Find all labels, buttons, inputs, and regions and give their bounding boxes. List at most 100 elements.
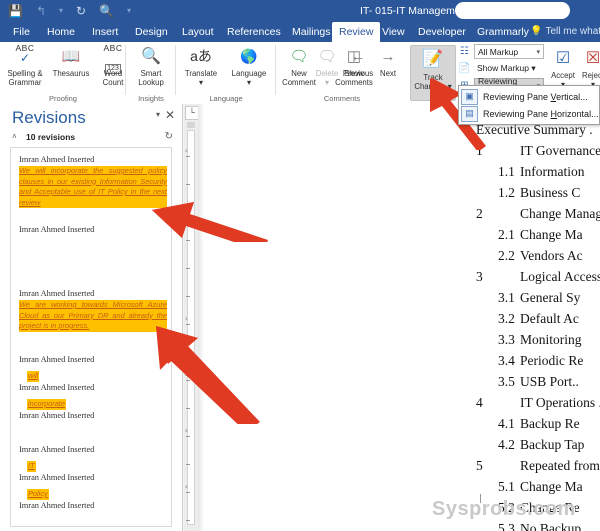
word-window: 💾 ↰ ▾ ↻ 🔍 ▾ IT- 015-IT Management File H… <box>0 0 600 531</box>
ribbon-tab-bar: File Home Insert Design Layout Reference… <box>0 22 600 42</box>
work-area: Revisions ▾ ✕ ˄ 10 revisions ↻ Imran Ahm… <box>0 104 600 531</box>
tab-design[interactable]: Design <box>128 22 175 42</box>
list-item[interactable]: Imran Ahmed Inserted We will incorporate… <box>19 154 167 208</box>
delete-label-2: ▾ <box>325 78 329 87</box>
toc-title: Backup Tap <box>520 437 585 452</box>
table-of-contents: Executive Summary . 1 IT Governance 1.1 In… <box>476 122 600 531</box>
print-preview-icon[interactable]: 🔍 <box>99 2 114 20</box>
tab-file[interactable]: File <box>6 22 37 42</box>
toc-row[interactable]: 3.3 Monitoring <box>476 332 600 353</box>
display-for-review-select[interactable]: All Markup ▾ <box>474 44 544 59</box>
redo-icon[interactable]: ↻ <box>76 2 86 20</box>
revisions-refresh-icon[interactable]: ↻ <box>165 131 173 142</box>
tab-mailings[interactable]: Mailings <box>285 22 338 42</box>
toc-title: Change Ma <box>520 227 583 242</box>
tab-home[interactable]: Home <box>40 22 82 42</box>
smart-lookup-button[interactable]: 🔍 Smart Lookup <box>128 44 174 87</box>
toc-row[interactable]: 3.4 Periodic Re <box>476 353 600 374</box>
list-item[interactable]: Imran Ahmed Inserted will <box>19 354 167 383</box>
revisions-collapse-icon[interactable]: ˄ <box>12 132 17 141</box>
toc-number: 4.2 <box>498 437 515 452</box>
pane-vertical-icon: ▣ <box>461 88 478 105</box>
language-label-2: ▾ <box>247 78 251 87</box>
toc-row[interactable]: 1.2 Business C <box>476 185 600 206</box>
show-comments-icon: ◫ <box>346 48 362 65</box>
toc-row[interactable]: 4.2 Backup Tap <box>476 437 600 458</box>
spelling-grammar-button[interactable]: ABC ✓ Spelling & Grammar <box>2 44 48 88</box>
toc-row[interactable]: 4.1 Backup Re <box>476 416 600 437</box>
revision-text: will <box>27 371 40 382</box>
reject-label-1: Reject <box>581 71 600 80</box>
revision-text: incorporate <box>27 399 66 410</box>
ribbon-group-proofing: ABC ✓ Spelling & Grammar 📖 Thesaurus ABC 1… <box>0 42 126 104</box>
toc-number: 3.2 <box>498 311 515 326</box>
spelling-label-2: Grammar <box>8 78 42 87</box>
magnifier-info-icon: 🔍 <box>141 48 161 65</box>
toc-row[interactable]: 2.2 Vendors Ac <box>476 248 600 269</box>
revision-text: We will incorporate the suggested policy… <box>19 166 167 208</box>
tab-insert[interactable]: Insert <box>85 22 125 42</box>
toc-row[interactable]: Executive Summary . <box>476 122 600 143</box>
tab-stop-selector-icon[interactable]: └ <box>185 106 199 120</box>
list-item[interactable]: Imran Ahmed Inserted <box>19 224 167 235</box>
menu-item-reviewing-pane-vertical[interactable]: ▣ Reviewing Pane Vertical... <box>459 88 599 105</box>
list-item[interactable]: Imran Ahmed Inserted incorporate <box>19 382 167 411</box>
toc-row[interactable]: 1 IT Governance <box>476 143 600 164</box>
quick-access-toolbar: 💾 ↰ ▾ ↻ 🔍 ▾ <box>8 2 131 20</box>
toc-row[interactable]: 3.5 USB Port.. <box>476 374 600 395</box>
save-icon[interactable]: 💾 <box>8 2 23 20</box>
toc-row[interactable]: 5.1 Change Ma <box>476 479 600 500</box>
indent-marker[interactable] <box>187 122 195 128</box>
toc-row[interactable]: 5 Repeated from <box>476 458 600 479</box>
revision-author: Imran Ahmed Inserted <box>19 473 95 482</box>
tell-me-label: Tell me what you <box>545 26 600 37</box>
list-item[interactable]: Imran Ahmed Inserted We are working towa… <box>19 288 167 332</box>
undo-icon[interactable]: ↰ <box>36 2 46 20</box>
menu-item-reviewing-pane-horizontal[interactable]: ▤ Reviewing Pane Horizontal... <box>459 105 599 122</box>
revision-author: Imran Ahmed Inserted <box>19 155 95 164</box>
tab-references[interactable]: References <box>220 22 288 42</box>
list-item[interactable]: Imran Ahmed Inserted IT <box>19 444 167 473</box>
list-item[interactable]: Imran Ahmed Inserted <box>19 410 167 421</box>
toc-number: 3.3 <box>498 332 515 347</box>
revisions-pane-options-icon[interactable]: ▾ <box>156 110 160 119</box>
group-label-language: Language <box>209 94 243 103</box>
toc-row[interactable]: 3.2 Default Ac <box>476 311 600 332</box>
book-icon: 📖 <box>61 48 81 65</box>
customize-qat-icon[interactable]: ▾ <box>127 2 131 20</box>
tab-view[interactable]: View <box>375 22 412 42</box>
tell-me-search[interactable]: 💡Tell me what you <box>530 22 600 42</box>
revision-author: Imran Ahmed Inserted <box>19 411 95 420</box>
translate-button[interactable]: aあ Translate ▾ <box>178 44 224 87</box>
toc-row[interactable]: 2.1 Change Ma <box>476 227 600 248</box>
toc-row[interactable]: 3.1 General Sy <box>476 290 600 311</box>
tab-grammarly[interactable]: Grammarly <box>470 22 536 42</box>
toc-row[interactable]: 4 IT Operations . <box>476 395 600 416</box>
revision-author: Imran Ahmed Inserted <box>19 355 95 364</box>
revision-text: IT <box>27 461 36 472</box>
toc-number: 2.1 <box>498 227 515 242</box>
thesaurus-button[interactable]: 📖 Thesaurus <box>48 44 94 78</box>
tab-developer[interactable]: Developer <box>411 22 473 42</box>
toc-title: Logical Access <box>520 269 600 284</box>
toc-title: Monitoring <box>520 332 582 347</box>
revisions-count-label: 10 revisions <box>26 132 76 142</box>
accept-button[interactable]: ☑ Accept ▾ <box>548 46 578 89</box>
revision-author: Imran Ahmed Inserted <box>19 501 95 510</box>
show-comments-button[interactable]: ◫ Show Comments <box>330 44 378 87</box>
tab-layout[interactable]: Layout <box>175 22 221 42</box>
thesaurus-label: Thesaurus <box>52 69 90 78</box>
toc-row[interactable]: 2 Change Manag <box>476 206 600 227</box>
reject-button[interactable]: ☒ Reject ▾ <box>578 46 600 89</box>
toc-row[interactable]: 1.1 Information <box>476 164 600 185</box>
list-item[interactable]: Imran Ahmed Inserted Policy <box>19 472 167 501</box>
toc-row[interactable]: 3 Logical Access <box>476 269 600 290</box>
language-button[interactable]: 🌎 Language ▾ <box>226 44 272 87</box>
wordcount-label-1: Word <box>103 69 123 78</box>
tab-review[interactable]: Review <box>332 22 381 42</box>
undo-dropdown-icon[interactable]: ▾ <box>59 2 63 20</box>
toc-title: General Sy <box>520 290 581 305</box>
revisions-pane-title: Revisions <box>12 108 86 127</box>
list-item[interactable]: Imran Ahmed Inserted <box>19 500 167 511</box>
revisions-pane-close-icon[interactable]: ✕ <box>165 108 175 122</box>
